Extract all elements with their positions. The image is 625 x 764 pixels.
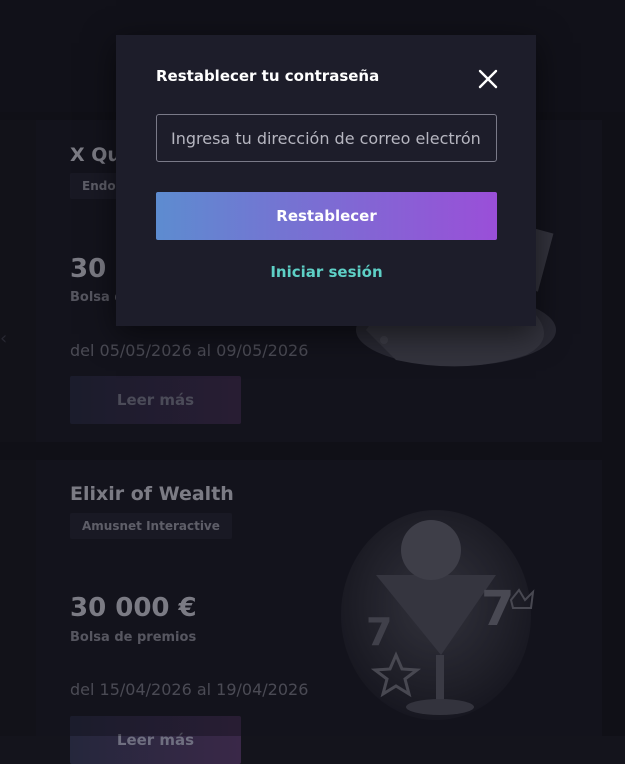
close-icon[interactable] <box>474 65 502 93</box>
email-input[interactable] <box>156 114 497 162</box>
modal-title: Restablecer tu contraseña <box>156 67 380 85</box>
login-link[interactable]: Iniciar sesión <box>156 263 497 281</box>
reset-button[interactable]: Restablecer <box>156 192 497 240</box>
reset-password-modal: Restablecer tu contraseña Restablecer In… <box>116 35 536 326</box>
